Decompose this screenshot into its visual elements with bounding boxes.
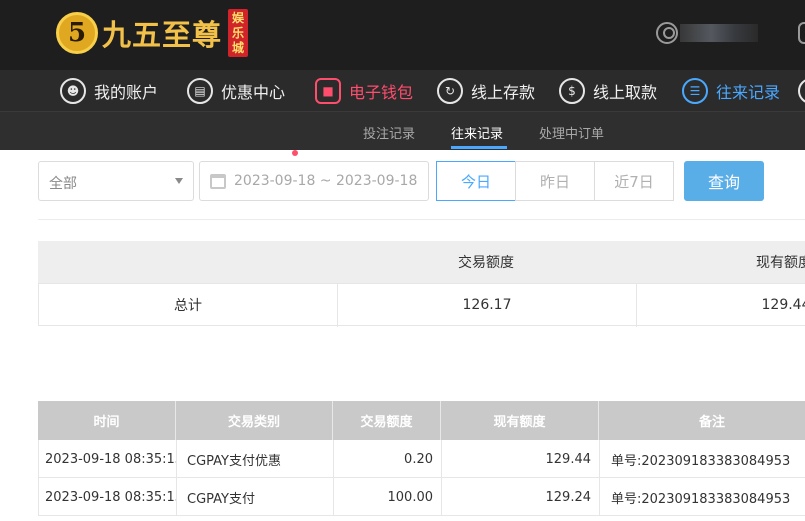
logo-mark: 5 (56, 12, 98, 54)
type-select[interactable]: 全部 (38, 161, 194, 201)
table-row: 2023-09-18 08:35:13 CGPAY支付 100.00 129.2… (38, 478, 805, 516)
chevron-down-icon (175, 178, 183, 184)
col-time: 时间 (38, 401, 176, 440)
records-header: 时间 交易类别 交易额度 现有额度 备注 (38, 401, 805, 440)
today-button[interactable]: 今日 (436, 161, 516, 201)
col-balance: 现有额度 (441, 401, 599, 440)
nav-more[interactable] (798, 76, 805, 106)
username-masked (680, 24, 758, 42)
summary-header-amount: 交易额度 (458, 255, 514, 271)
date-range-picker[interactable]: 2023-09-18 ~ 2023-09-18 (199, 161, 429, 201)
summary-total-amount: 126.17 (462, 296, 512, 313)
withdraw-icon: $ (559, 78, 585, 104)
summary-header: 交易额度 现有额度 (38, 241, 805, 283)
active-tab-indicator (451, 146, 507, 149)
col-note: 备注 (698, 415, 725, 430)
nav-label: 优惠中心 (221, 83, 286, 102)
sub-nav: 投注记录 往来记录 处理中订单 (0, 112, 805, 150)
summary-row: 总计 126.17 129.44 (38, 283, 805, 327)
nav-label: 线上取款 (593, 83, 658, 102)
calendar-icon (210, 174, 226, 189)
row-amount: 100.00 (334, 478, 442, 516)
yesterday-button[interactable]: 昨日 (515, 161, 595, 201)
deposit-icon: ↻ (437, 78, 463, 104)
notification-dot (292, 150, 298, 156)
logo[interactable]: 5 九五至尊 娱乐城 (56, 9, 249, 57)
last-7-days-button[interactable]: 近7日 (594, 161, 674, 201)
row-type: CGPAY支付 (177, 478, 334, 516)
wallet-icon: ■ (315, 78, 341, 104)
row-note: 单号:202309183383084953 (611, 453, 791, 469)
nav-records[interactable]: ☰ 往来记录 (682, 76, 780, 106)
row-balance: 129.44 (442, 440, 600, 478)
col-type: 交易类别 (176, 401, 333, 440)
logo-name: 九五至尊 (102, 18, 223, 52)
row-time: 2023-09-18 08:35:13 (39, 478, 177, 516)
date-range-value: 2023-09-18 ~ 2023-09-18 (234, 173, 418, 189)
nav-label: 我的账户 (94, 83, 159, 102)
account-avatar-icon[interactable] (656, 22, 678, 44)
user-icon: ☻ (60, 78, 86, 104)
main-nav: ☻ 我的账户 ▤ 优惠中心 ■ 电子钱包 ↻ 线上存款 $ 线上取款 ☰ 往来记… (0, 70, 805, 156)
summary-total-balance: 129.44 (761, 296, 805, 313)
menu-edge-icon[interactable] (798, 22, 805, 44)
nav-deposit[interactable]: ↻ 线上存款 (437, 76, 535, 106)
row-amount: 0.20 (334, 440, 442, 478)
row-time: 2023-09-18 08:35:13 (39, 440, 177, 478)
row-balance: 129.24 (442, 478, 600, 516)
logo-tag: 娱乐城 (228, 9, 249, 57)
row-note: 单号:202309183383084953 (611, 491, 791, 507)
summary-total-label: 总计 (174, 297, 202, 314)
top-header: 5 九五至尊 娱乐城 (0, 0, 805, 70)
row-type: CGPAY支付优惠 (177, 440, 334, 478)
records-icon: ☰ (682, 78, 708, 104)
nav-e-wallet[interactable]: ■ 电子钱包 (315, 76, 413, 106)
table-row: 2023-09-18 08:35:13 CGPAY支付优惠 0.20 129.4… (38, 440, 805, 478)
nav-my-account[interactable]: ☻ 我的账户 (60, 76, 158, 106)
tab-pending-orders[interactable]: 处理中订单 (539, 123, 604, 142)
col-amount: 交易额度 (333, 401, 441, 440)
more-icon (798, 78, 805, 104)
tab-transaction-records[interactable]: 往来记录 (451, 123, 503, 142)
gift-icon: ▤ (187, 78, 213, 104)
type-select-value: 全部 (49, 176, 77, 192)
search-button[interactable]: 查询 (684, 161, 764, 201)
divider (38, 219, 805, 220)
nav-label: 往来记录 (716, 83, 781, 102)
nav-promotions[interactable]: ▤ 优惠中心 (187, 76, 285, 106)
nav-label: 电子钱包 (349, 83, 414, 102)
tab-bet-records[interactable]: 投注记录 (363, 123, 415, 142)
nav-label: 线上存款 (471, 83, 536, 102)
nav-withdraw[interactable]: $ 线上取款 (559, 76, 657, 106)
summary-header-balance: 现有额度 (756, 255, 805, 271)
